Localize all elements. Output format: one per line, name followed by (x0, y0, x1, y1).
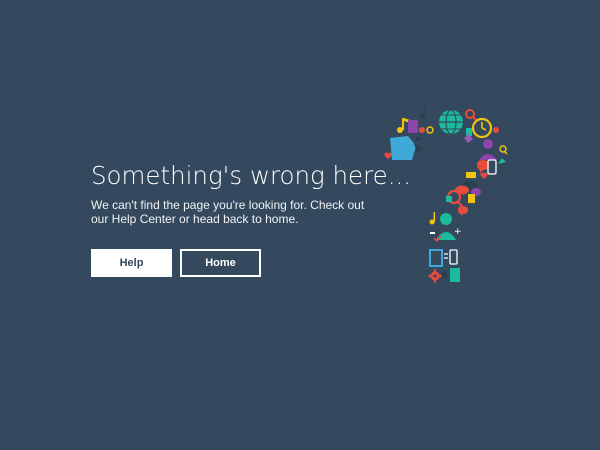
error-content: Something's wrong here... We can't find … (91, 160, 412, 277)
speech-bubble-icon (458, 206, 468, 216)
record-icon (419, 127, 425, 133)
document-icon (468, 194, 475, 203)
button-row: Help Home (91, 249, 391, 277)
tablet-icon (429, 249, 443, 267)
clock-icon (471, 117, 493, 139)
user-icon (479, 139, 497, 160)
document-icon (450, 268, 460, 282)
mail-icon (446, 196, 452, 202)
key-icon (442, 272, 447, 278)
globe-icon (439, 109, 463, 135)
music-note-icon (419, 108, 426, 119)
document-icon (408, 120, 418, 133)
search-icon (499, 145, 508, 155)
arrows-icon (444, 253, 448, 259)
plus-icon: + (454, 227, 462, 237)
error-page: Something's wrong here... We can't find … (0, 0, 600, 450)
ring-icon (426, 126, 434, 134)
speech-bubble-icon (477, 160, 489, 173)
user-icon (436, 213, 456, 240)
music-note-icon (429, 212, 436, 225)
phone-icon (487, 159, 497, 175)
mail-icon (466, 172, 476, 178)
help-button[interactable]: Help (91, 249, 172, 277)
error-message: We can't find the page you're looking fo… (91, 198, 365, 226)
search-icon (465, 109, 477, 121)
gear-icon (428, 269, 442, 283)
page-title: Something's wrong here... (91, 161, 412, 190)
heart-icon (384, 152, 392, 159)
question-mark-illustration: + (384, 108, 508, 283)
heart-icon (480, 172, 488, 179)
home-button[interactable]: Home (180, 249, 261, 277)
minus-icon (430, 232, 435, 234)
pin-icon (493, 127, 499, 133)
phone-icon (449, 249, 458, 265)
leaf-icon (498, 158, 506, 164)
